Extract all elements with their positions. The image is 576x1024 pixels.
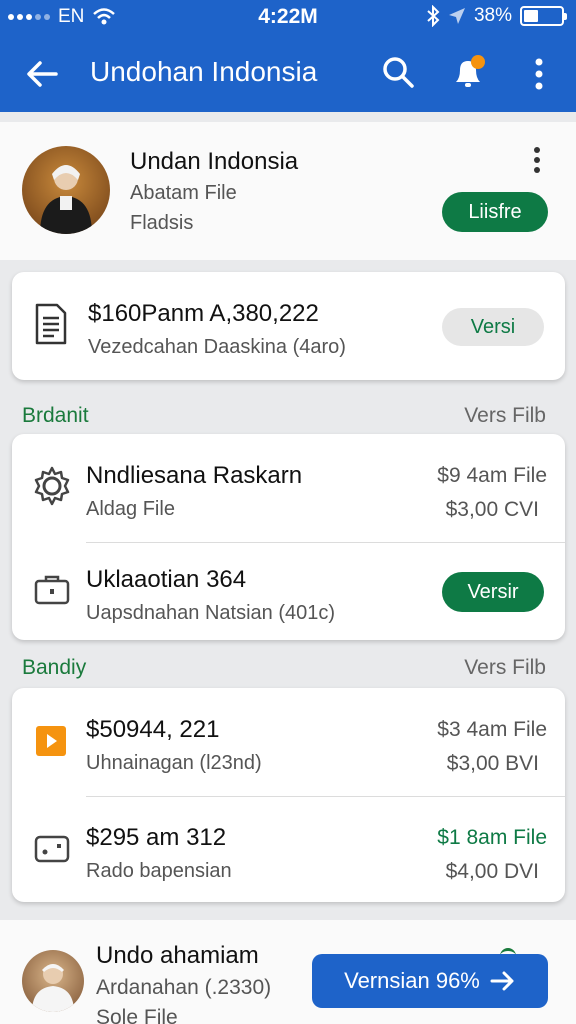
item-value: $4,00 DVI [445, 860, 539, 883]
section-header: Bandiy Vers Filb [0, 648, 576, 688]
person-photo-icon [32, 964, 74, 1012]
briefcase-icon [34, 575, 70, 605]
item-meta: $9 4am File [437, 464, 547, 487]
profile-action-button[interactable]: Liisfre [442, 192, 548, 232]
location-icon [448, 8, 465, 24]
person-photo-icon [40, 165, 92, 234]
list-item[interactable]: $295 am 312 Rado bapensian $1 8am File $… [12, 796, 565, 900]
primary-action-label: Vernsian 96% [344, 968, 480, 993]
back-arrow-icon[interactable] [22, 54, 62, 94]
search-icon[interactable] [380, 54, 416, 90]
profile-subtitle: Abatam File [130, 182, 237, 204]
status-right: 38% [426, 5, 567, 27]
section-action-link[interactable]: Vers Filb [464, 404, 546, 428]
item-meta: $3 4am File [437, 718, 547, 741]
bottom-subtitle-2: Sole File [96, 1006, 178, 1024]
profile-subtitle-2: Fladsis [130, 212, 194, 234]
section-card: Nndliesana Raskarn Aldag File $9 4am Fil… [12, 434, 565, 640]
document-icon [35, 303, 67, 345]
bottom-subtitle: Ardanahan (.2330) [96, 976, 272, 999]
summary-amount: $160Panm A,380,222 [88, 300, 319, 327]
summary-card[interactable]: $160Panm A,380,222 Vezedcahan Daaskina (… [12, 272, 565, 380]
item-value: $3,00 CVI [445, 498, 539, 521]
item-title: $50944, 221 [86, 716, 220, 743]
bottom-bar: Undo ahamiam Ardanahan (.2330) Sole File… [0, 920, 576, 1024]
item-subtitle: Uapsdnahan Natsian (401c) [86, 602, 336, 624]
item-version-button[interactable]: Versir [442, 572, 544, 612]
battery-icon [520, 6, 567, 26]
profile-more-icon[interactable] [528, 146, 546, 174]
section-card: $50944, 221 Uhnainagan (l23nd) $3 4am Fi… [12, 688, 565, 902]
more-vert-icon[interactable] [524, 54, 554, 94]
item-meta: $1 8am File [437, 826, 547, 849]
arrow-right-icon [490, 971, 514, 991]
battery-percent: 38% [473, 5, 512, 26]
device-icon [34, 835, 70, 863]
avatar[interactable] [22, 146, 110, 234]
gear-icon [34, 466, 70, 506]
app-bar: Undohan Indonsia [0, 34, 576, 112]
list-item[interactable]: Uklaaotian 364 Uapsdnahan Natsian (401c)… [12, 538, 565, 642]
play-icon [36, 726, 66, 756]
bottom-avatar[interactable] [22, 950, 84, 1012]
status-bar: EN 4:22M 38% [0, 0, 576, 34]
app-title: Undohan Indonsia [90, 56, 318, 87]
section-title: Brdanit [22, 404, 89, 427]
item-subtitle: Uhnainagan (l23nd) [86, 752, 262, 774]
summary-version-button[interactable]: Versi [442, 308, 544, 346]
profile-header: Undan Indonsia Abatam File Fladsis Liisf… [0, 122, 576, 260]
section-action-link[interactable]: Vers Filb [464, 656, 546, 680]
notification-bell-icon[interactable] [448, 52, 488, 92]
bottom-name: Undo ahamiam [96, 942, 259, 969]
item-subtitle: Rado bapensian [86, 860, 232, 882]
item-title: Uklaaotian 364 [86, 566, 247, 593]
section-title: Bandiy [22, 656, 87, 679]
bluetooth-icon [427, 5, 440, 27]
list-item[interactable]: Nndliesana Raskarn Aldag File $9 4am Fil… [12, 434, 565, 538]
section-header: Brdanit Vers Filb [0, 396, 576, 436]
item-value: $3,00 BVI [446, 752, 539, 775]
list-item[interactable]: $50944, 221 Uhnainagan (l23nd) $3 4am Fi… [12, 688, 565, 792]
item-subtitle: Aldag File [86, 498, 175, 520]
summary-subtitle: Vezedcahan Daaskina (4aro) [88, 336, 346, 358]
item-title: $295 am 312 [86, 824, 227, 851]
primary-action-button[interactable]: Vernsian 96% [312, 954, 548, 1008]
profile-name: Undan Indonsia [130, 148, 299, 175]
item-title: Nndliesana Raskarn [86, 462, 303, 489]
